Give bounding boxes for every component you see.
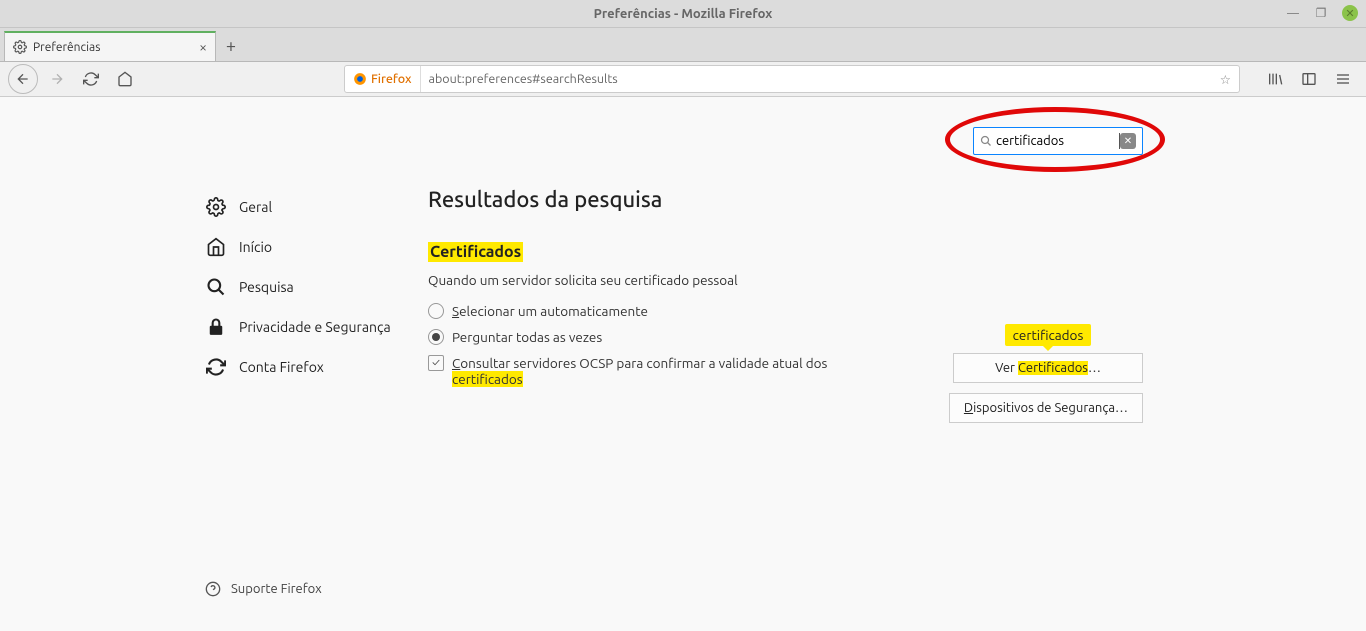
tab-strip: Preferências × + [0,28,1366,62]
sidebar-item-search[interactable]: Pesquisa [193,267,408,307]
radio-icon[interactable] [428,329,444,345]
option-ocsp[interactable]: ✓ Consultar servidores OCSP para confirm… [428,350,858,392]
cert-prompt: Quando um servidor solicita seu certific… [428,272,1173,288]
sidebar-item-label: Privacidade e Segurança [239,319,391,335]
home-icon [205,237,227,257]
search-value: certificados [996,133,1120,149]
preferences-sidebar: Geral Início Pesquisa Privacidade e Segu… [193,97,408,631]
forward-button [42,65,72,93]
sidebar-item-home[interactable]: Início [193,227,408,267]
preferences-search-input[interactable]: certificados ✕ [973,127,1143,155]
sidebars-icon[interactable] [1294,65,1324,93]
firefox-badge-label: Firefox [371,72,412,86]
tab-label: Preferências [33,41,199,54]
sidebar-item-general[interactable]: Geral [193,187,408,227]
button-label: Dispositivos de Segurança… [964,401,1128,415]
search-highlight-tooltip: certificados [1005,324,1092,346]
window-titlebar: Preferências - Mozilla Firefox — ❐ ✕ [0,0,1366,28]
library-icon[interactable] [1260,65,1290,93]
firefox-badge: Firefox [345,66,421,92]
search-icon [205,277,227,297]
tab-preferences[interactable]: Preferências × [4,31,216,61]
reload-button[interactable] [76,65,106,93]
option-label: Perguntar todas as vezes [452,329,602,345]
maximize-icon[interactable]: ❐ [1314,6,1328,20]
bookmark-star-icon[interactable]: ☆ [1212,72,1239,87]
tab-close-icon[interactable]: × [199,39,207,55]
radio-icon[interactable] [428,303,444,319]
option-label: Selecionar um automaticamente [452,303,648,319]
help-icon [205,581,221,597]
sync-icon [205,357,227,377]
checkbox-icon[interactable]: ✓ [428,355,444,371]
sidebar-item-account[interactable]: Conta Firefox [193,347,408,387]
sidebar-item-label: Pesquisa [239,279,294,295]
search-icon [980,135,992,147]
url-text: about:preferences#searchResults [421,72,1212,86]
section-title-certificados: Certificados [428,242,523,262]
button-label: Ver Certificados… [995,361,1101,375]
view-certificates-button[interactable]: certificados Ver Certificados… [953,353,1143,383]
newtab-button[interactable]: + [216,31,246,61]
sidebar-support-link[interactable]: Suporte Firefox [193,573,334,605]
content-area: Geral Início Pesquisa Privacidade e Segu… [0,97,1366,631]
sidebar-item-privacy[interactable]: Privacidade e Segurança [193,307,408,347]
window-title: Preferências - Mozilla Firefox [594,7,773,21]
sidebar-item-label: Conta Firefox [239,359,324,375]
menu-icon[interactable] [1328,65,1358,93]
home-button[interactable] [110,65,140,93]
clear-search-icon[interactable]: ✕ [1120,133,1136,149]
gear-icon [13,40,27,54]
minimize-icon[interactable]: — [1286,6,1300,20]
close-icon[interactable]: ✕ [1342,5,1358,21]
sidebar-item-label: Geral [239,199,272,215]
back-button[interactable] [8,64,38,94]
lock-icon [205,317,227,337]
support-label: Suporte Firefox [231,582,322,596]
url-bar[interactable]: Firefox about:preferences#searchResults … [344,65,1240,93]
security-devices-button[interactable]: Dispositivos de Segurança… [949,393,1143,423]
main-panel: certificados ✕ Resultados da pesquisa Ce… [408,97,1173,631]
option-label: Consultar servidores OCSP para confirmar… [452,355,858,387]
gear-icon [205,197,227,217]
nav-toolbar: Firefox about:preferences#searchResults … [0,62,1366,97]
page-heading: Resultados da pesquisa [428,187,1173,212]
sidebar-item-label: Início [239,239,272,255]
option-select-auto[interactable]: Selecionar um automaticamente [428,298,1173,324]
